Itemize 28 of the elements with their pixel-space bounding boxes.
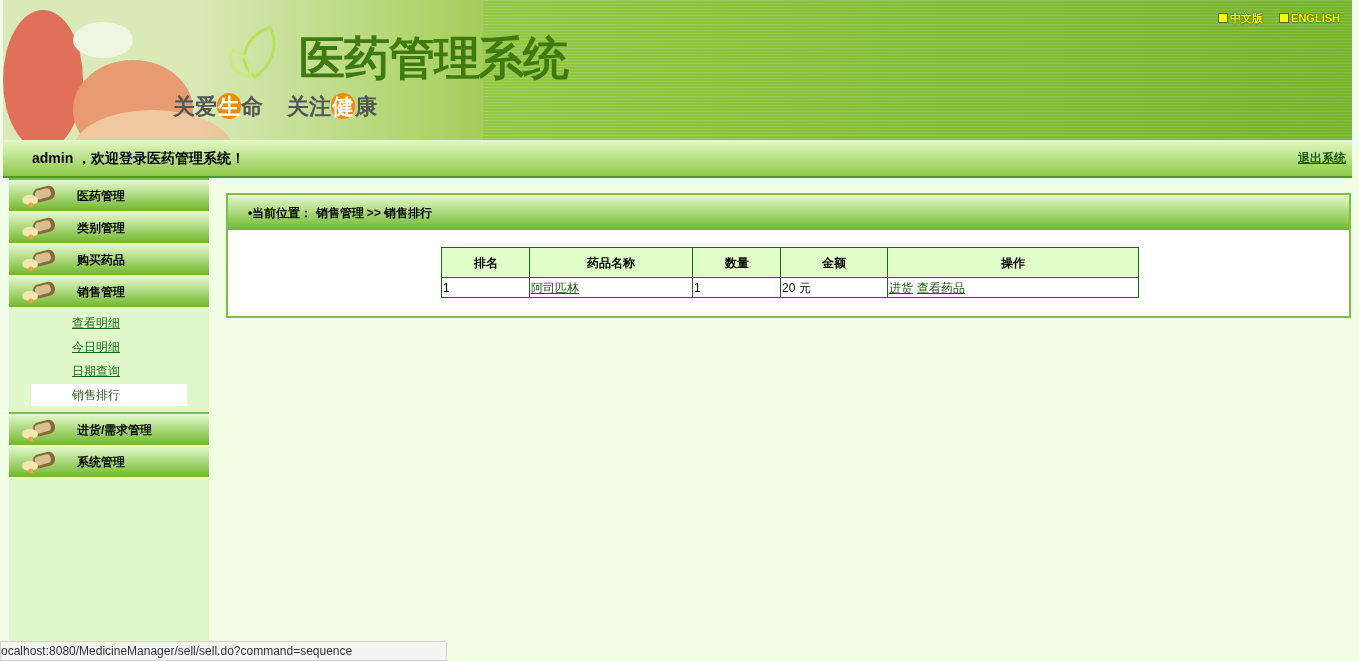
breadcrumb: •当前位置： 销售管理 >> 销售排行 — [248, 204, 433, 222]
column-header: 排名 — [441, 247, 530, 278]
action-link[interactable]: 进货 — [889, 280, 913, 295]
table-cell: 1 — [692, 277, 781, 298]
column-header: 数量 — [692, 247, 781, 278]
status-bar: ocalhost:8080/MedicineManager/sell/sell.do?command=sequence — [0, 641, 447, 661]
submenu-item[interactable]: 今日明细 — [31, 336, 187, 358]
action-link[interactable]: 查看药品 — [917, 280, 965, 295]
sidebar-item[interactable]: 医药管理 — [9, 180, 209, 212]
system-title: 医药管理系统 — [299, 30, 569, 87]
column-header: 金额 — [780, 247, 888, 278]
slogan: 关爱生命 关注健康 — [173, 92, 377, 121]
sidebar-item[interactable]: 系统管理 — [9, 446, 209, 478]
submenu-item[interactable]: 日期查询 — [31, 360, 187, 382]
submenu-item[interactable]: 查看明细 — [31, 312, 187, 334]
column-header: 操作 — [887, 247, 1139, 278]
sidebar-item[interactable]: 类别管理 — [9, 212, 209, 244]
column-header: 药品名称 — [529, 247, 693, 278]
welcome-text: admin ，欢迎登录医药管理系统！ — [32, 148, 246, 168]
logout-link[interactable]: 退出系统 — [1298, 149, 1346, 167]
square-icon — [1218, 13, 1229, 24]
sidebar-item[interactable]: 进货/需求管理 — [9, 414, 209, 446]
submenu-item[interactable]: 销售排行 — [31, 384, 187, 406]
table-cell: 20 元 — [780, 277, 888, 298]
table-cell: 1 — [441, 277, 530, 298]
sidebar-item[interactable]: 销售管理 — [9, 276, 209, 308]
sidebar-item[interactable]: 购买药品 — [9, 244, 209, 276]
square-icon — [1279, 13, 1290, 24]
